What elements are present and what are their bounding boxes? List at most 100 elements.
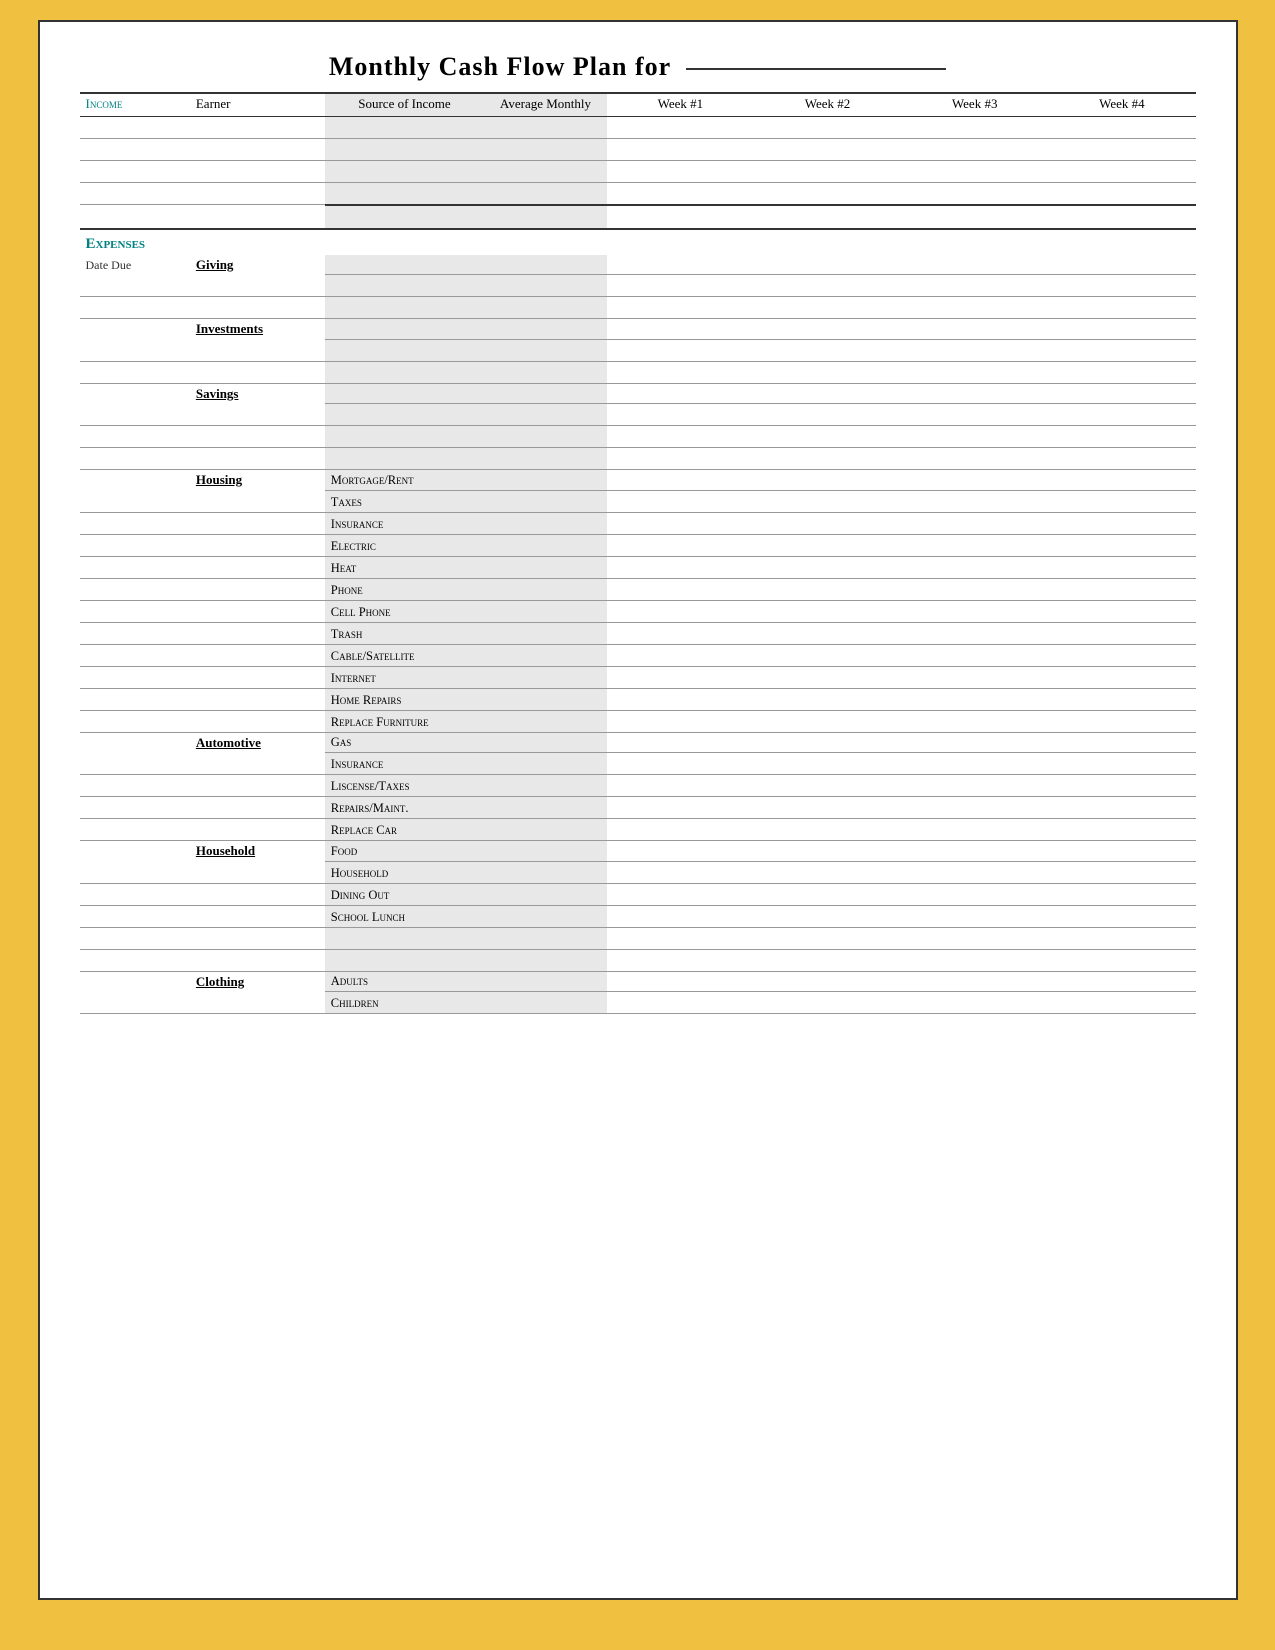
source-1	[325, 117, 484, 139]
hh-row-household: Household	[80, 861, 1196, 883]
title-underline	[686, 68, 946, 70]
income-label-2	[80, 139, 190, 161]
col-header-avg: Average Monthly	[484, 94, 607, 117]
savings-row-2	[80, 404, 1196, 426]
clothing-label: Clothing	[190, 971, 325, 992]
clothing-row-children: Children	[80, 992, 1196, 1014]
housing-item-12: Replace Furniture	[325, 710, 484, 732]
giving-source-1	[325, 255, 484, 275]
giving-row-2	[80, 275, 1196, 297]
week3-income-1	[901, 117, 1048, 139]
hh-item-3: Dining Out	[325, 883, 484, 905]
total-week4	[1048, 205, 1195, 229]
investments-header-row: Investments	[80, 319, 1196, 340]
housing-item-5: Heat	[325, 556, 484, 578]
housing-item-10: Internet	[325, 666, 484, 688]
week3-income-4	[901, 183, 1048, 205]
total-week3	[901, 205, 1048, 229]
giving-label: Giving	[190, 255, 325, 275]
housing-item-7: Cell Phone	[325, 600, 484, 622]
hh-row-dining: Dining Out	[80, 883, 1196, 905]
week1-income-4	[607, 183, 754, 205]
housing-row-cell: Cell Phone	[80, 600, 1196, 622]
income-row-1	[80, 117, 1196, 139]
date-due-label: Date Due	[80, 255, 190, 275]
auto-row-replace: Replace Car	[80, 819, 1196, 841]
expenses-label: Expenses	[86, 236, 146, 252]
income-row-3	[80, 161, 1196, 183]
housing-item-2: Taxes	[325, 490, 484, 512]
col-header-week4: Week #4	[1048, 94, 1195, 117]
earner-2	[190, 139, 325, 161]
col-header-week1: Week #1	[607, 94, 754, 117]
housing-row-repairs: Home Repairs	[80, 688, 1196, 710]
housing-item-1: Mortgage/Rent	[325, 470, 484, 491]
total-avg	[484, 205, 607, 229]
total-week1	[607, 205, 754, 229]
savings-row-4	[80, 448, 1196, 470]
week1-income-2	[607, 139, 754, 161]
title-text: Monthly Cash Flow Plan for	[329, 52, 671, 81]
housing-row-heat: Heat	[80, 556, 1196, 578]
housing-item-8: Trash	[325, 622, 484, 644]
total-week2	[754, 205, 901, 229]
housing-item-4: Electric	[325, 534, 484, 556]
income-label-3	[80, 161, 190, 183]
col-header-earner: Earner	[190, 94, 325, 117]
housing-row-cable: Cable/Satellite	[80, 644, 1196, 666]
automotive-label: Automotive	[190, 732, 325, 753]
giving-w4-1	[1048, 255, 1195, 275]
auto-row-repairs: Repairs/Maint.	[80, 797, 1196, 819]
savings-header-row: Savings	[80, 383, 1196, 404]
total-income-row	[80, 205, 1196, 229]
housing-item-3: Insurance	[325, 512, 484, 534]
hh-item-1: Food	[325, 841, 484, 862]
housing-row-electric: Electric	[80, 534, 1196, 556]
housing-item-9: Cable/Satellite	[325, 644, 484, 666]
hh-item-4: School Lunch	[325, 905, 484, 927]
investments-row-2	[80, 339, 1196, 361]
savings-label: Savings	[190, 383, 325, 404]
avg-3	[484, 161, 607, 183]
income-row-4	[80, 183, 1196, 205]
household-label: Household	[190, 841, 325, 862]
page: Monthly Cash Flow Plan for Income Earner…	[38, 20, 1238, 1600]
household-header-row: Household Food	[80, 841, 1196, 862]
source-2	[325, 139, 484, 161]
auto-item-5: Replace Car	[325, 819, 484, 841]
total-source	[325, 205, 484, 229]
auto-item-4: Repairs/Maint.	[325, 797, 484, 819]
week3-income-3	[901, 161, 1048, 183]
earner-4	[190, 183, 325, 205]
avg-2	[484, 139, 607, 161]
housing-item-6: Phone	[325, 578, 484, 600]
hh-row-lunch: School Lunch	[80, 905, 1196, 927]
investments-label: Investments	[190, 319, 325, 340]
week4-income-4	[1048, 183, 1195, 205]
week3-income-2	[901, 139, 1048, 161]
week1-income-3	[607, 161, 754, 183]
week2-income-1	[754, 117, 901, 139]
giving-avg-1	[484, 255, 607, 275]
giving-header-row: Date Due Giving	[80, 255, 1196, 275]
giving-w2-1	[754, 255, 901, 275]
clothing-item-2: Children	[325, 992, 484, 1014]
avg-4	[484, 183, 607, 205]
clothing-header-row: Clothing Adults	[80, 971, 1196, 992]
giving-w3-1	[901, 255, 1048, 275]
giving-w1-1	[607, 255, 754, 275]
clothing-item-1: Adults	[325, 971, 484, 992]
housing-header-row: Housing Mortgage/Rent	[80, 470, 1196, 491]
giving-row-3	[80, 297, 1196, 319]
housing-row-taxes: Taxes	[80, 490, 1196, 512]
housing-label: Housing	[190, 470, 325, 491]
auto-row-license: Liscense/Taxes	[80, 775, 1196, 797]
hh-row-extra1	[80, 927, 1196, 949]
auto-row-insurance: Insurance	[80, 753, 1196, 775]
week1-income-1	[607, 117, 754, 139]
earner-3	[190, 161, 325, 183]
week2-income-3	[754, 161, 901, 183]
week4-income-1	[1048, 117, 1195, 139]
housing-row-furniture: Replace Furniture	[80, 710, 1196, 732]
savings-row-3	[80, 426, 1196, 448]
